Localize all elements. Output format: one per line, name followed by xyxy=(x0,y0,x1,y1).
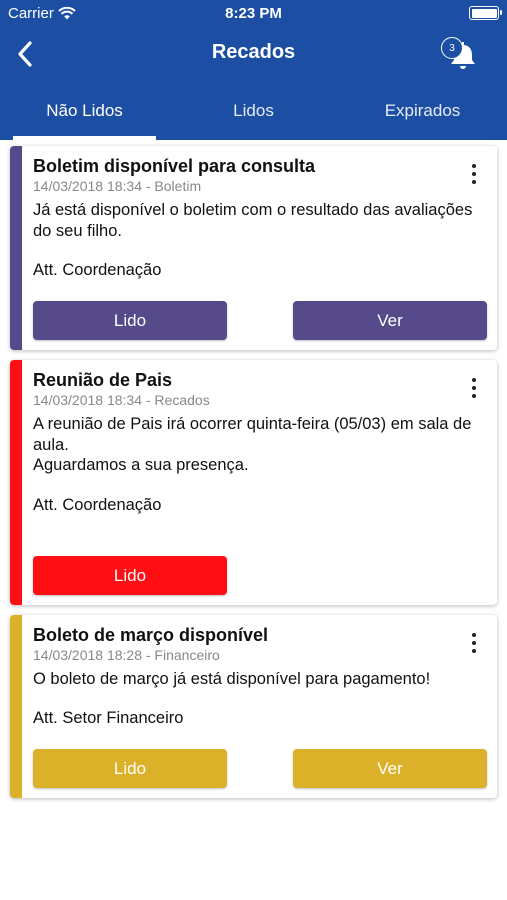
more-options-icon[interactable] xyxy=(465,631,483,655)
message-card: Boletim disponível para consulta 14/03/2… xyxy=(10,146,497,350)
notifications-button[interactable]: 3 xyxy=(441,34,479,72)
notification-badge: 3 xyxy=(441,37,463,59)
more-options-icon[interactable] xyxy=(465,376,483,400)
message-meta: 14/03/2018 18:34 - Recados xyxy=(33,392,210,408)
tab-expirados[interactable]: Expirados xyxy=(338,80,507,140)
battery-icon xyxy=(469,6,502,20)
message-body: Já está disponível o boletim com o resul… xyxy=(33,201,473,240)
message-meta: 14/03/2018 18:28 - Financeiro xyxy=(33,647,220,663)
message-signature: Att. Coordenação xyxy=(33,261,162,279)
category-color-stripe xyxy=(10,360,22,605)
mark-read-button[interactable]: Lido xyxy=(33,301,227,340)
nav-bar: Recados 3 xyxy=(0,28,507,80)
message-card: Boleto de março disponível 14/03/2018 18… xyxy=(10,615,497,798)
tab-bar: Não Lidos Lidos Expirados xyxy=(0,80,507,140)
category-color-stripe xyxy=(10,146,22,350)
more-options-icon[interactable] xyxy=(465,162,483,186)
category-color-stripe xyxy=(10,615,22,798)
message-card: Reunião de Pais 14/03/2018 18:34 - Recad… xyxy=(10,360,497,605)
message-body: O boleto de março já está disponível par… xyxy=(33,670,431,688)
mark-read-button[interactable]: Lido xyxy=(33,749,227,788)
clock: 8:23 PM xyxy=(225,5,282,22)
message-body: A reunião de Pais irá ocorrer quinta-fei… xyxy=(33,415,472,474)
message-meta: 14/03/2018 18:34 - Boletim xyxy=(33,178,202,194)
status-bar: Carrier 8:23 PM xyxy=(0,0,507,28)
view-button[interactable]: Ver xyxy=(293,301,487,340)
message-signature: Att. Setor Financeiro xyxy=(33,709,184,727)
tab-lidos[interactable]: Lidos xyxy=(169,80,338,140)
tab-nao-lidos[interactable]: Não Lidos xyxy=(0,80,169,140)
mark-read-button[interactable]: Lido xyxy=(33,556,227,595)
message-title: Boletim disponível para consulta xyxy=(33,156,316,176)
message-title: Boleto de março disponível xyxy=(33,625,269,645)
message-signature: Att. Coordenação xyxy=(33,496,162,514)
message-title: Reunião de Pais xyxy=(33,370,173,390)
page-title: Recados xyxy=(211,41,296,63)
view-button[interactable]: Ver xyxy=(293,749,487,788)
